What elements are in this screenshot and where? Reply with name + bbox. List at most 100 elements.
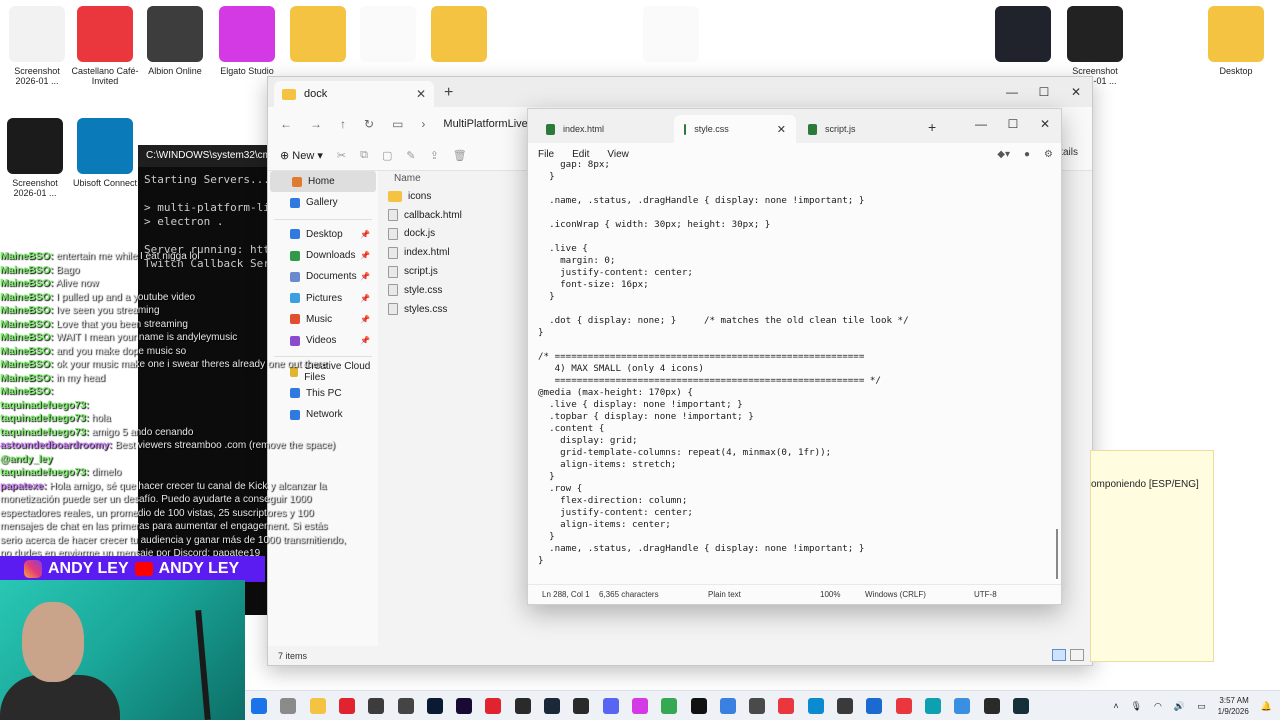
epic-icon[interactable] — [514, 698, 531, 714]
menu-view[interactable]: View — [607, 149, 629, 160]
desktop-icon[interactable] — [988, 6, 1058, 62]
maximize-icon[interactable]: ☐ — [1028, 77, 1060, 107]
close-tab-icon[interactable]: ✕ — [777, 123, 786, 136]
monitor-icon[interactable]: ▭ — [392, 117, 403, 131]
copy-icon[interactable]: ⧉ — [360, 149, 368, 162]
tiktok-icon[interactable] — [690, 698, 707, 714]
zoom-level[interactable]: 100% — [820, 590, 840, 599]
edge-icon[interactable] — [807, 698, 824, 714]
streamer-head — [22, 602, 84, 682]
nav-item-gallery[interactable]: Gallery — [268, 192, 378, 213]
cut-icon[interactable]: ✂ — [337, 149, 346, 162]
file-name: index.html — [404, 247, 450, 259]
details-view-icon[interactable] — [1052, 649, 1066, 661]
chevron-up-icon[interactable]: ˄ — [1113, 701, 1118, 711]
tab-style-css[interactable]: style.css ✕ — [674, 115, 796, 143]
app3-icon[interactable] — [749, 698, 766, 714]
youtube-icon[interactable] — [485, 698, 502, 714]
desktop-icon[interactable]: Albion Online — [140, 6, 210, 76]
desktop-icon[interactable]: Ubisoft Connect — [70, 118, 140, 188]
tab-script-js[interactable]: script.js — [798, 115, 908, 143]
chrome-icon[interactable] — [661, 698, 678, 714]
scrollbar[interactable] — [1056, 529, 1058, 579]
menu-edit[interactable]: Edit — [572, 149, 589, 160]
new-button[interactable]: ⊕ New ▾ — [280, 149, 323, 162]
close-icon[interactable]: ✕ — [1029, 109, 1061, 139]
address-path[interactable]: MultiPlatformLiveC — [443, 118, 535, 130]
menu-file[interactable]: File — [538, 149, 554, 160]
sticky-note[interactable]: omponiendo [ESP/ENG] — [1090, 450, 1214, 662]
desktop-icon[interactable] — [283, 6, 353, 62]
share-icon[interactable]: ⇪ — [430, 149, 439, 162]
steam-icon[interactable] — [544, 698, 560, 714]
minimize-icon[interactable]: — — [996, 77, 1028, 107]
app-icon[interactable] — [397, 698, 414, 714]
paste-icon[interactable]: ▢ — [382, 149, 392, 162]
desktop-icon[interactable]: Screenshot 2026-01 ... — [1060, 6, 1130, 86]
app2-icon[interactable] — [719, 698, 736, 714]
refresh-icon[interactable]: ↻ — [364, 117, 374, 131]
app6-icon[interactable] — [954, 698, 971, 714]
code-line: } — [538, 555, 544, 566]
chat-text: espectadores reales, un promedio de 100 … — [0, 507, 314, 519]
desktop-icon[interactable] — [636, 6, 706, 62]
discord-icon[interactable] — [602, 698, 619, 714]
copilot-icon[interactable]: ◆▾ — [997, 149, 1010, 160]
castellano2-icon[interactable] — [895, 698, 912, 714]
close-icon[interactable]: ✕ — [1060, 77, 1092, 107]
back-icon[interactable]: ← — [280, 117, 292, 131]
desktop-icon[interactable]: Elgato Studio — [212, 6, 282, 76]
desktop-icon[interactable] — [424, 6, 494, 62]
desktop-icon[interactable]: Castellano Café-Invited — [70, 6, 140, 86]
terminal-icon[interactable] — [983, 698, 1000, 714]
folder-icon[interactable] — [309, 698, 326, 714]
start-icon[interactable] — [251, 698, 267, 714]
xbox-icon[interactable] — [368, 698, 385, 714]
microphone-icon[interactable]: 🎙 — [1131, 701, 1142, 712]
app5-icon[interactable] — [866, 698, 883, 714]
delete-icon[interactable]: 🗑 — [453, 149, 467, 162]
new-tab-icon[interactable]: + — [444, 84, 453, 102]
photoshop-icon[interactable] — [426, 698, 443, 714]
code-line: 4) MAX SMALL (only 4 icons) — [538, 363, 704, 374]
file-explorer-icon[interactable] — [280, 698, 297, 714]
notepad-window[interactable]: index.html style.css ✕ script.js + — ☐ ✕ Fi… — [527, 108, 1062, 605]
wifi-icon[interactable]: ◠ — [1154, 701, 1162, 712]
account-icon[interactable]: ● — [1024, 149, 1030, 160]
tab-index-html[interactable]: index.html — [536, 115, 666, 143]
minimize-icon[interactable]: — — [965, 109, 997, 139]
desktop-icon[interactable] — [353, 6, 423, 62]
notifications-icon[interactable]: 🔔 — [1261, 701, 1272, 712]
desktop-icon[interactable]: Desktop — [1201, 6, 1271, 76]
volume-icon[interactable]: 🔊 — [1174, 701, 1185, 712]
obs-icon[interactable] — [573, 698, 590, 714]
nav-item-home[interactable]: Home — [270, 171, 376, 193]
app4-icon[interactable] — [837, 698, 853, 714]
opera-icon[interactable] — [338, 698, 355, 714]
chat-message: astoundedboardroomy: Best viewers stream… — [0, 439, 370, 453]
forward-icon[interactable]: → — [310, 117, 322, 131]
close-tab-icon[interactable]: ✕ — [416, 87, 426, 101]
settings-icon[interactable]: ⚙ — [1044, 149, 1053, 160]
clock[interactable]: 3:57 AM 1/9/2026 — [1218, 695, 1249, 717]
elgato-icon[interactable] — [631, 698, 648, 714]
encoding[interactable]: UTF-8 — [974, 590, 997, 599]
chat-username: MaineBSO: — [0, 332, 54, 343]
desktop-icon[interactable]: Screenshot 2026-01 ... — [2, 6, 72, 86]
nav-item-desktop[interactable]: Desktop 📌 — [268, 224, 378, 245]
castellano-icon[interactable] — [778, 698, 795, 714]
up-icon[interactable]: ↑ — [340, 117, 346, 131]
maximize-icon[interactable]: ☐ — [997, 109, 1029, 139]
line-ending[interactable]: Windows (CRLF) — [865, 590, 926, 599]
app7-icon[interactable] — [1012, 698, 1029, 714]
explorer-tab[interactable]: dock ✕ — [274, 81, 434, 107]
code-editor[interactable]: gap: 8px; } .name, .status, .dragHandle … — [538, 159, 1053, 584]
desktop-icon-image — [643, 6, 699, 62]
premiere-icon[interactable] — [456, 698, 473, 714]
rename-icon[interactable]: ✎ — [406, 149, 415, 162]
battery-icon[interactable]: ▭ — [1197, 701, 1206, 712]
new-tab-icon[interactable]: + — [928, 119, 936, 135]
desktop-icon[interactable]: Screenshot 2026-01 ... — [0, 118, 70, 198]
tiles-view-icon[interactable] — [1070, 649, 1084, 661]
edge2-icon[interactable] — [924, 698, 941, 714]
